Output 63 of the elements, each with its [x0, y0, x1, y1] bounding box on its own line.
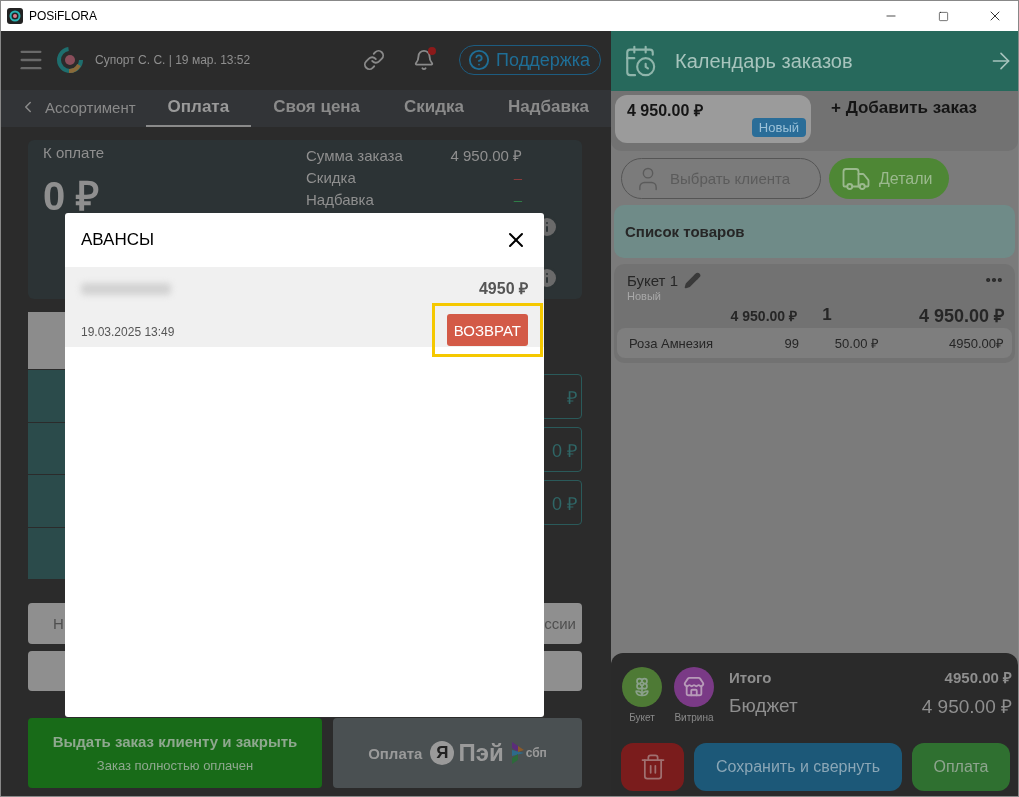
pay-button[interactable]: Оплата [912, 743, 1010, 791]
product-row[interactable]: Роза Амнезия 99 50.00 ₽ 4950.00₽ [617, 328, 1012, 358]
delete-button[interactable] [621, 743, 684, 791]
tab[interactable]: Своя цена [251, 89, 383, 127]
add-order-button[interactable]: + Добавить заказ [831, 95, 977, 121]
product-price: 50.00 ₽ [833, 335, 879, 352]
notifications-button[interactable] [413, 49, 436, 72]
total-value: 4950.00 ₽ [944, 668, 1012, 687]
bouquet-total: 4 950.00 ₽ [917, 305, 1004, 327]
tab[interactable]: Скидка [382, 89, 487, 127]
help-icon [468, 49, 491, 72]
calendar-title: Календарь заказов [675, 49, 854, 73]
total-label: Бюджет [729, 695, 798, 717]
total-value: 4 950.00 ₽ [921, 695, 1012, 719]
pay-logo-word: Пэй [458, 739, 504, 767]
app-icon [7, 8, 23, 24]
refund-button[interactable]: ВОЗВРАТ [446, 314, 528, 346]
total-label: Итого [729, 668, 772, 686]
calendar-icon [623, 44, 657, 78]
summary-label: Сумма заказа [306, 146, 403, 164]
summary-label: Скидка [306, 168, 356, 186]
summary-value: – [513, 168, 522, 186]
bouquet-quantity: 1 [821, 305, 833, 325]
pencil-icon[interactable] [684, 271, 701, 289]
shortcut-label: Витрина [674, 712, 714, 723]
shortcut-label: Букет [629, 712, 655, 723]
product-name: Роза Амнезия [629, 335, 714, 351]
logo-icon [55, 45, 85, 76]
due-amount: 0 ₽ [43, 173, 101, 220]
yandex-pay-button[interactable]: Оплата Я Пэй сбп [333, 718, 582, 788]
product-total: 4950.00₽ [948, 335, 1004, 352]
pay-label: Оплата [368, 744, 423, 762]
summary-label: Надбавка [306, 190, 374, 208]
order-tab[interactable]: 4 950.00 ₽ Новый [615, 95, 811, 143]
shortcut-button[interactable]: Букет [621, 667, 663, 723]
status-badge: Новый [751, 118, 806, 137]
summary-value: 4 950.00 ₽ [450, 146, 522, 165]
store-icon [683, 676, 705, 698]
advance-amount: 4950 ₽ [478, 279, 528, 299]
tab[interactable]: Оплата [145, 89, 252, 127]
details-button[interactable]: Детали [829, 158, 949, 199]
summary-value: – [513, 190, 522, 208]
sbp-label: сбп [525, 746, 547, 760]
products-title: Список товаров [625, 223, 745, 240]
advance-date: 19.03.2025 13:49 [81, 325, 175, 339]
bouquet-price: 4 950.00 ₽ [729, 306, 797, 325]
bouquet-name: Букет 1 [627, 271, 678, 289]
link-button[interactable] [363, 49, 386, 72]
back-tab[interactable]: Ассортимент [9, 89, 146, 127]
window-title: POSiFLORA [29, 9, 98, 23]
close-order-button[interactable]: Выдать заказ клиенту и закрыть Заказ полностью оплачен [28, 718, 322, 788]
save-button[interactable]: Сохранить и свернуть [694, 743, 902, 791]
shortcut-button[interactable]: Витрина [673, 667, 715, 723]
sbp-logo-icon [511, 742, 524, 764]
ya-logo: Я [430, 741, 455, 765]
user-info: Супорт С. С. | 19 мар. 13:52 [95, 53, 252, 68]
maximize-icon [937, 10, 949, 22]
due-label: К оплате [43, 144, 106, 161]
flower-icon [632, 677, 652, 697]
product-quantity: 99 [783, 335, 799, 351]
dialog-title: АВАНСЫ [81, 230, 155, 250]
tab[interactable]: Надбавка [486, 89, 611, 127]
order-amount: 4 950.00 ₽ [627, 101, 703, 121]
